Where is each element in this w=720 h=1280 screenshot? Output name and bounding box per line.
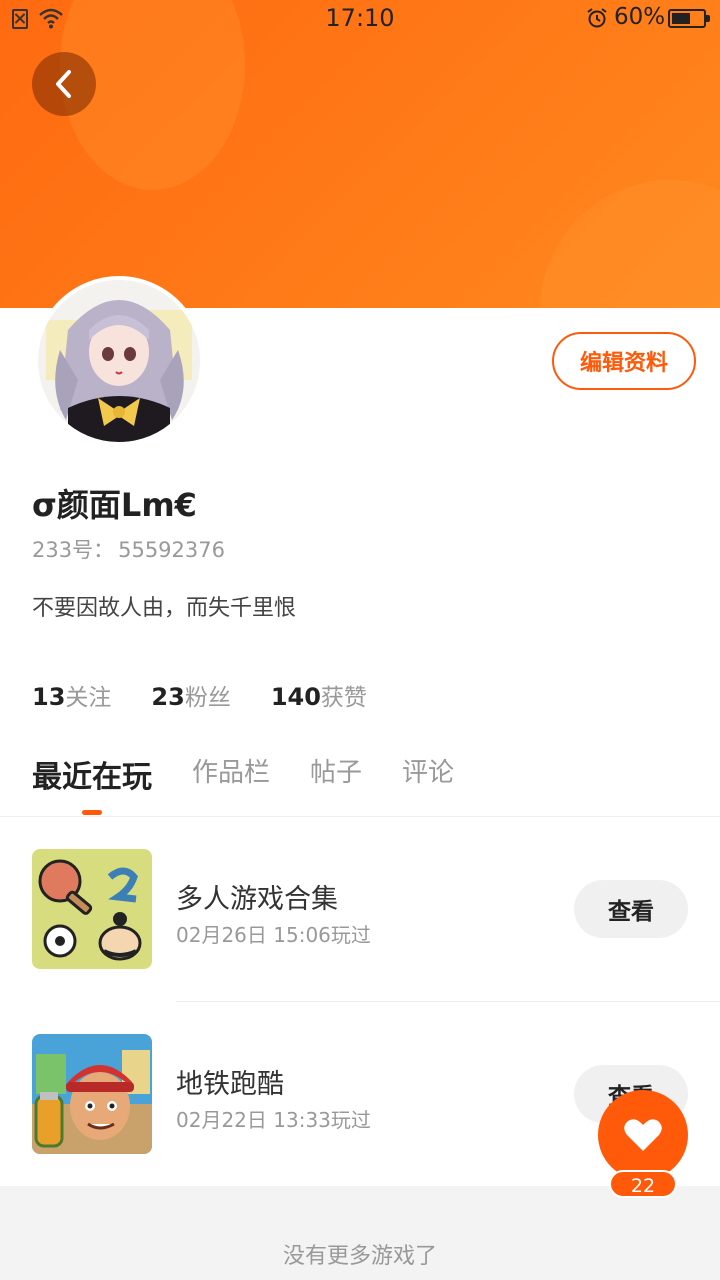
like-count-badge: 22 (609, 1170, 677, 1198)
heart-icon (624, 1119, 662, 1151)
username: σ颜面Lm€ (32, 486, 197, 524)
battery-icon (668, 9, 710, 28)
profile-tabs: 最近在玩 作品栏 帖子 评论 (32, 752, 494, 796)
game-last-played: 02月22日 13:33玩过 (176, 1108, 371, 1132)
divider (0, 816, 720, 817)
game-icon (32, 849, 152, 969)
game-icon (32, 1034, 152, 1154)
avatar[interactable] (34, 276, 204, 446)
edit-profile-button[interactable]: 编辑资料 (552, 332, 696, 390)
user-id-label: 233号： (32, 538, 115, 562)
stat-following[interactable]: 13 关注 (32, 678, 111, 712)
stat-label: 粉丝 (184, 685, 231, 711)
party-games-icon (32, 849, 152, 969)
status-time: 17:10 (325, 4, 395, 32)
list-item[interactable]: 多人游戏合集 02月26日 15:06玩过 查看 (0, 849, 720, 969)
view-button[interactable]: 查看 (574, 880, 688, 938)
stat-number: 140 (270, 683, 321, 711)
stat-number: 23 (151, 683, 185, 711)
like-button[interactable] (598, 1090, 688, 1180)
no-more-games-text: 没有更多游戏了 (282, 1244, 437, 1269)
status-bar: 17:10 60% (0, 0, 720, 40)
user-id: 233号： 55592376 (32, 534, 225, 564)
user-id-value: 55592376 (118, 538, 225, 562)
divider (176, 1001, 720, 1002)
subway-surfers-icon (32, 1034, 152, 1154)
stat-followers[interactable]: 23 粉丝 (151, 678, 230, 712)
profile-stats: 13 关注 23 粉丝 140 获赞 (32, 678, 407, 712)
stat-label: 获赞 (320, 685, 367, 711)
list-footer: 没有更多游戏了 (0, 1186, 720, 1280)
game-name: 地铁跑酷 (176, 1069, 284, 1100)
battery-percent: 60% (614, 4, 666, 30)
active-tab-indicator (82, 810, 102, 815)
game-name: 多人游戏合集 (176, 884, 338, 915)
chevron-left-icon (56, 70, 71, 98)
stat-label: 关注 (65, 685, 112, 711)
alarm-icon (587, 8, 607, 28)
header-decoration (540, 180, 720, 308)
profile-header-background (0, 0, 720, 308)
tab-posts[interactable]: 帖子 (310, 752, 362, 796)
stat-likes[interactable]: 140 获赞 (271, 678, 367, 712)
avatar-image (38, 280, 200, 442)
stat-number: 13 (32, 683, 66, 711)
game-last-played: 02月26日 15:06玩过 (176, 923, 371, 947)
tab-recently-played[interactable]: 最近在玩 (32, 752, 152, 796)
tab-comments[interactable]: 评论 (402, 752, 454, 796)
user-bio: 不要因故人由，而失千里恨 (32, 596, 297, 621)
tab-works[interactable]: 作品栏 (192, 752, 270, 796)
back-button[interactable] (32, 52, 96, 116)
